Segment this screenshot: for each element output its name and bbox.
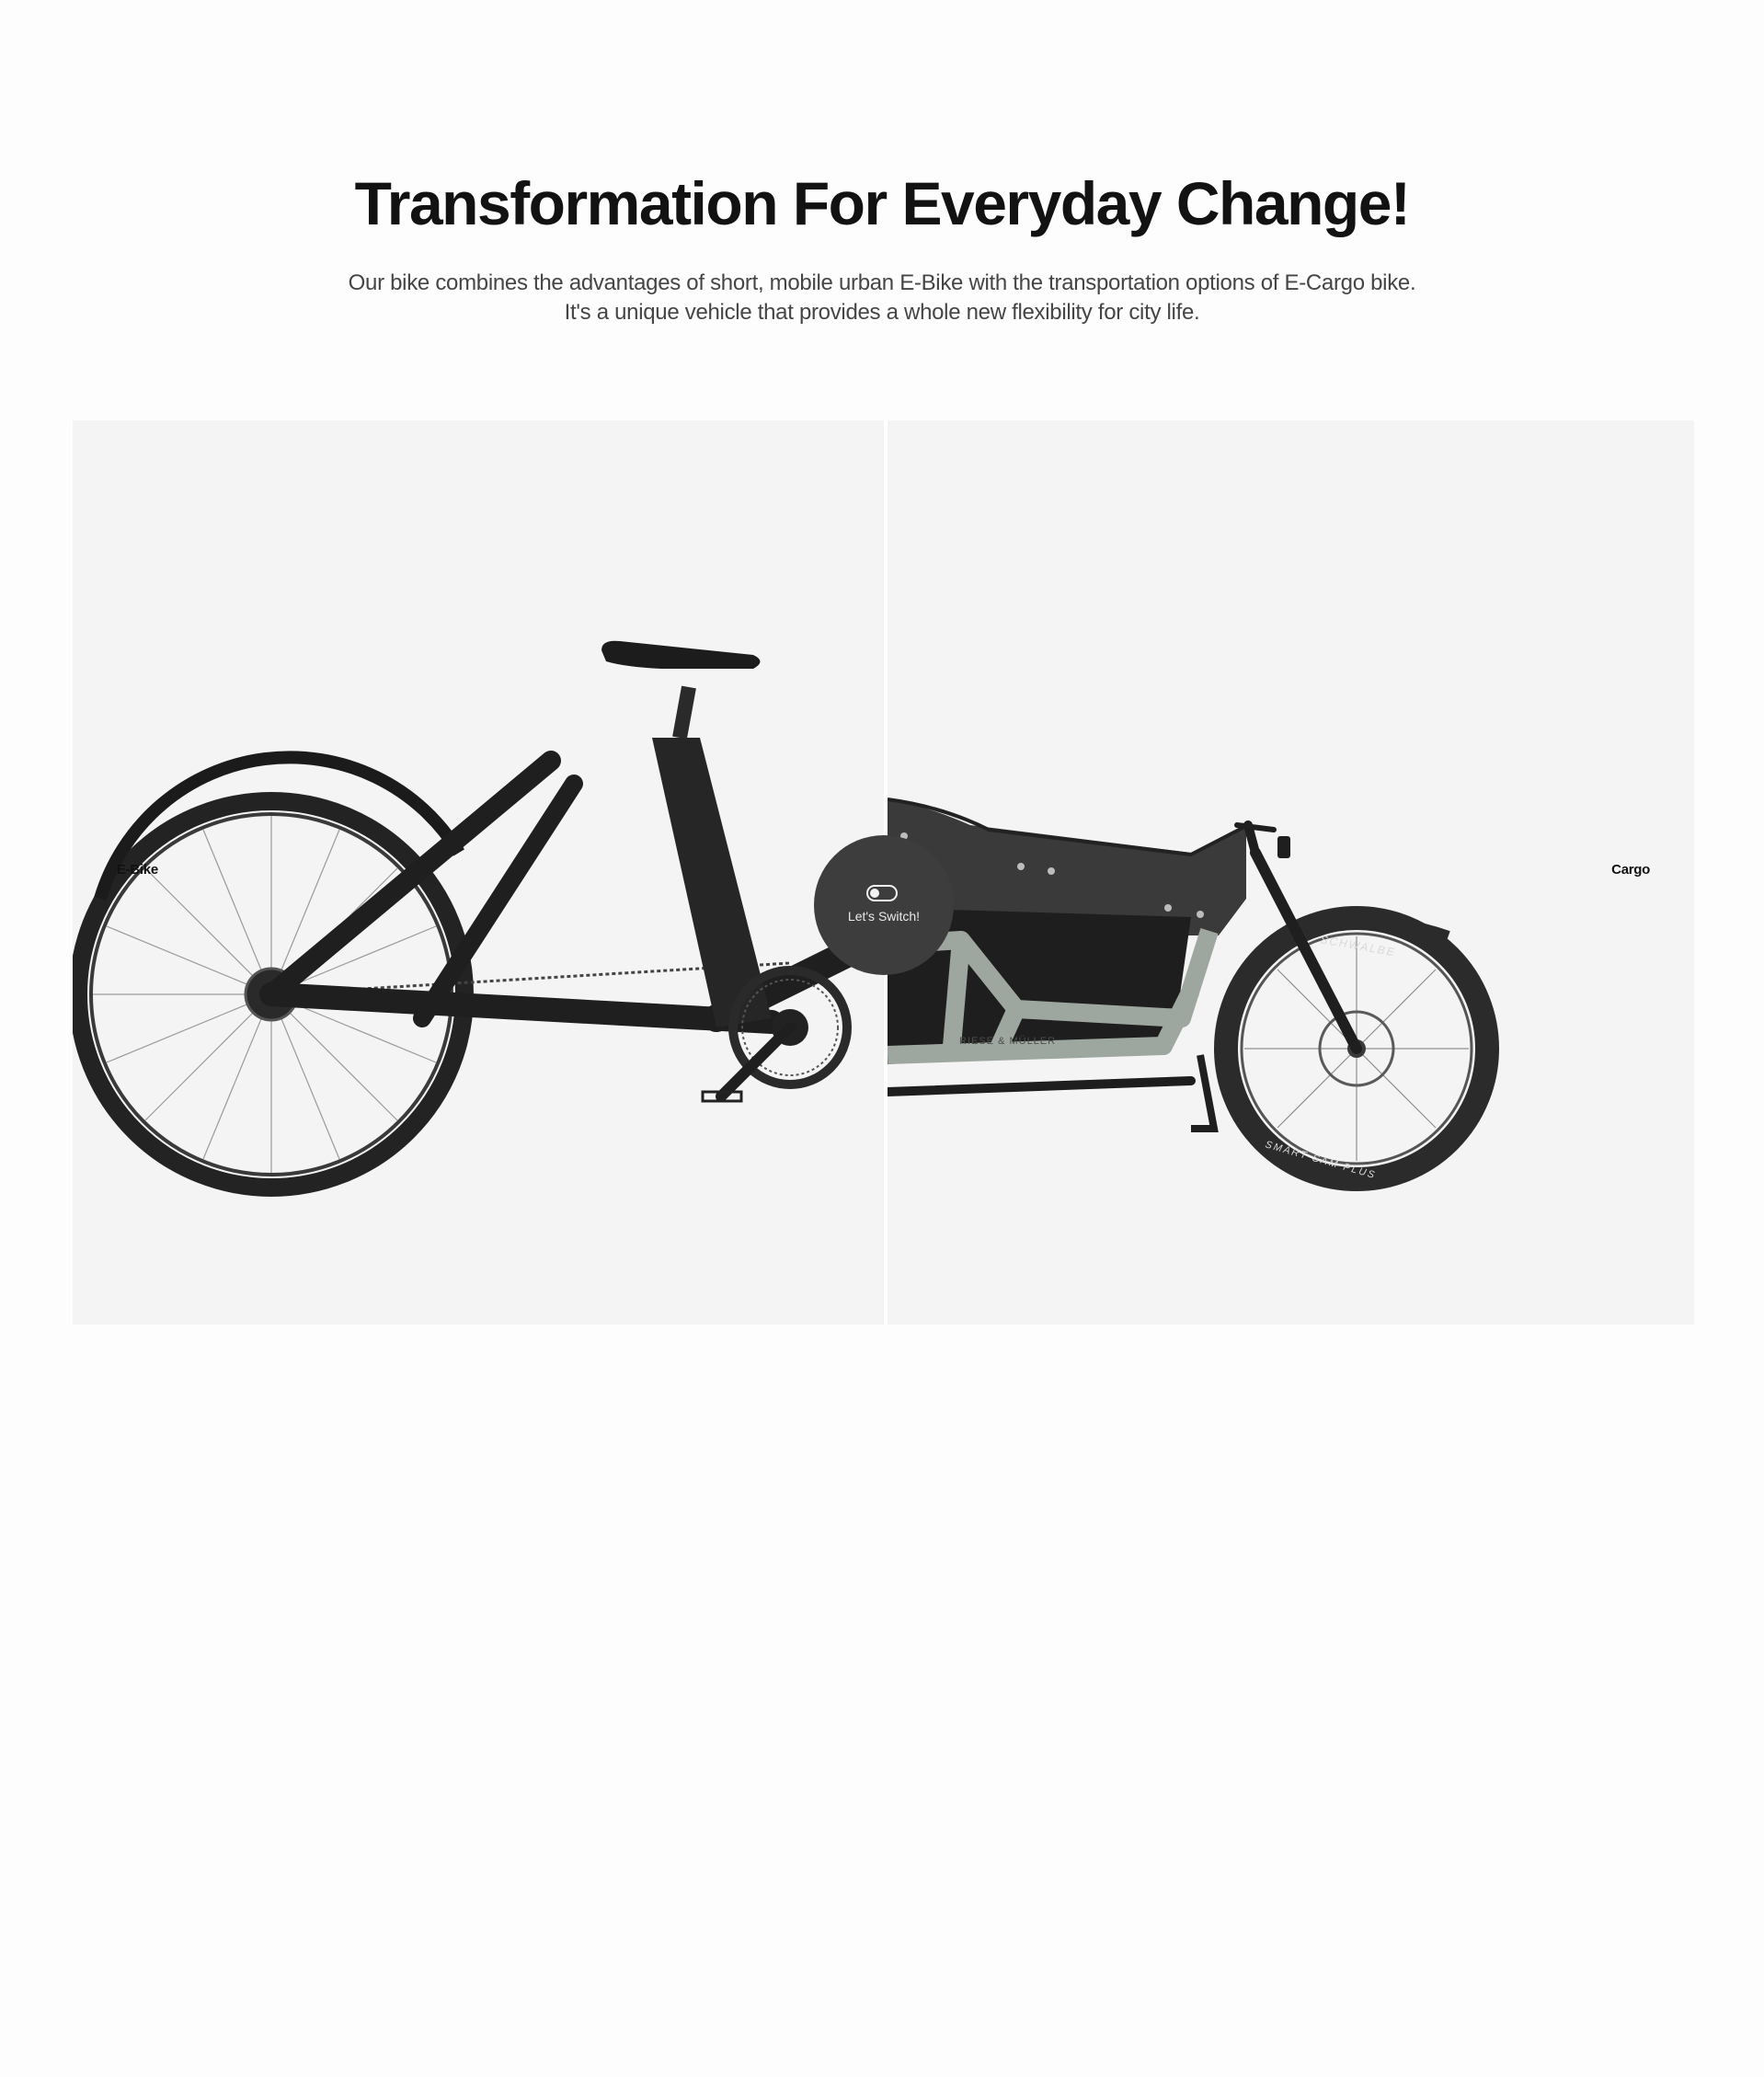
- page-subtitle: Our bike combines the advantages of shor…: [0, 269, 1764, 327]
- cargo-label: Cargo: [1611, 862, 1650, 878]
- ebike-panel: E-Bike: [73, 420, 884, 1325]
- ebike-frame: [259, 751, 884, 1034]
- toggle-icon: [866, 885, 898, 901]
- subtitle-line-2: It's a unique vehicle that provides a wh…: [564, 300, 1200, 325]
- cargo-panel: Cargo RIESE & MÜLLER SCHWALBE SMART SAM …: [888, 420, 1694, 1325]
- ebike-label: E-Bike: [117, 862, 158, 878]
- subtitle-line-1: Our bike combines the advantages of shor…: [348, 270, 1416, 295]
- cargo-image: RIESE & MÜLLER SCHWALBE SMART SAM PLUS: [888, 798, 1499, 1191]
- ebike-image: [73, 640, 884, 1197]
- cargo-frame-brand: RIESE & MÜLLER: [959, 1036, 1056, 1047]
- page-title: Transformation For Everyday Change!: [354, 169, 1411, 237]
- bike-comparison-slider[interactable]: E-Bike Cargo RIESE & MÜLLER SCHWALBE SMA…: [73, 420, 1694, 1325]
- switch-label: Let's Switch!: [847, 909, 921, 924]
- switch-handle[interactable]: Let's Switch!: [814, 835, 954, 975]
- ebike-saddle: [601, 640, 761, 669]
